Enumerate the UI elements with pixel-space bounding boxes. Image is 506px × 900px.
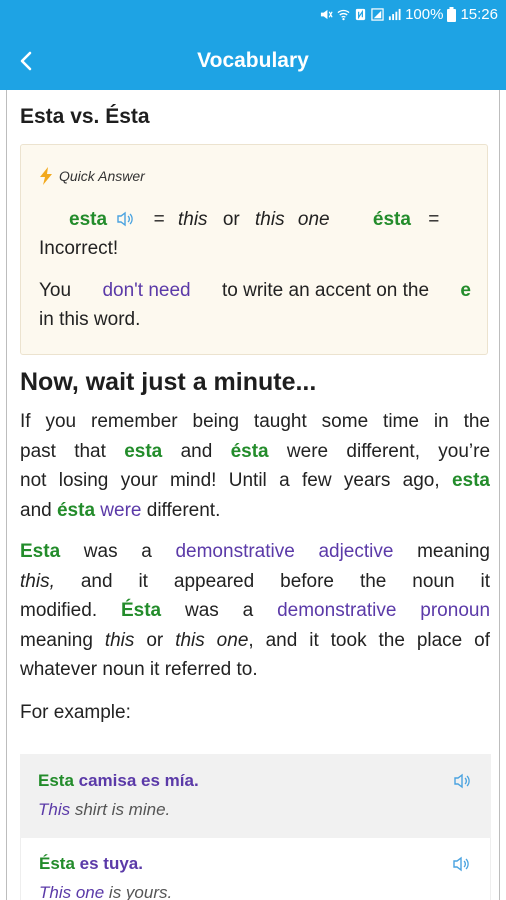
demonstrative-pronoun-link[interactable]: demonstrative pronoun bbox=[277, 600, 490, 621]
quick-answer-line-4: in this word. bbox=[39, 309, 141, 330]
speaker-icon[interactable] bbox=[453, 772, 471, 790]
quick-answer-line-1: esta = this or this one ésta = bbox=[69, 209, 440, 230]
word-esta-link[interactable]: esta bbox=[69, 209, 107, 230]
article-content[interactable]: Esta vs. Ésta Quick Answer esta = this o… bbox=[0, 90, 506, 900]
word-esta-accent-link[interactable]: ésta bbox=[373, 209, 411, 230]
were-link[interactable]: were bbox=[100, 500, 141, 521]
wifi-icon bbox=[337, 9, 350, 21]
quick-answer-card: Quick Answer esta = this or this one ést… bbox=[20, 144, 488, 355]
speaker-icon[interactable] bbox=[116, 211, 134, 227]
paragraph-1: If you remember being taught some time i… bbox=[20, 411, 490, 521]
example-card-1: Esta camisa es mía. This shirt is mine. bbox=[20, 754, 491, 838]
status-icons: 100% 15:26 bbox=[320, 6, 498, 23]
example-spanish: Esta camisa es mía. bbox=[38, 771, 199, 790]
page-title: Vocabulary bbox=[197, 49, 309, 72]
clock: 15:26 bbox=[460, 6, 498, 23]
quick-answer-header: Quick Answer bbox=[39, 167, 145, 185]
demonstrative-adjective-link[interactable]: demonstrative adjective bbox=[175, 541, 393, 562]
mute-icon bbox=[321, 9, 333, 20]
quick-answer-line-2: Incorrect! bbox=[39, 238, 119, 259]
left-divider bbox=[6, 90, 7, 900]
lightning-icon bbox=[40, 167, 52, 185]
for-example-label: For example: bbox=[20, 702, 131, 723]
data-icon bbox=[371, 8, 384, 21]
example-english: This shirt is mine. bbox=[38, 800, 171, 819]
quick-answer-line-3: You don't need to write an accent on the… bbox=[39, 280, 471, 302]
section-title: Now, wait just a minute... bbox=[20, 368, 317, 396]
status-bar: 100% 15:26 bbox=[0, 0, 506, 32]
app-bar: Vocabulary bbox=[0, 32, 506, 90]
battery-icon bbox=[447, 7, 457, 22]
battery-percent: 100% bbox=[405, 6, 444, 23]
quick-answer-label: Quick Answer bbox=[59, 168, 145, 184]
nfc-icon bbox=[355, 8, 366, 21]
speaker-icon[interactable] bbox=[452, 855, 470, 873]
article-heading: Esta vs. Ésta bbox=[20, 105, 150, 128]
right-divider bbox=[499, 90, 500, 900]
paragraph-2: Esta was a demonstrative adjective meani… bbox=[20, 541, 490, 680]
example-spanish: Ésta es tuya. bbox=[39, 854, 143, 873]
dont-need-link[interactable]: don't need bbox=[102, 280, 190, 302]
signal-icon bbox=[389, 8, 401, 21]
example-card-2: Ésta es tuya. This one is yours. bbox=[20, 838, 491, 900]
example-english: This one is yours. bbox=[39, 883, 173, 900]
